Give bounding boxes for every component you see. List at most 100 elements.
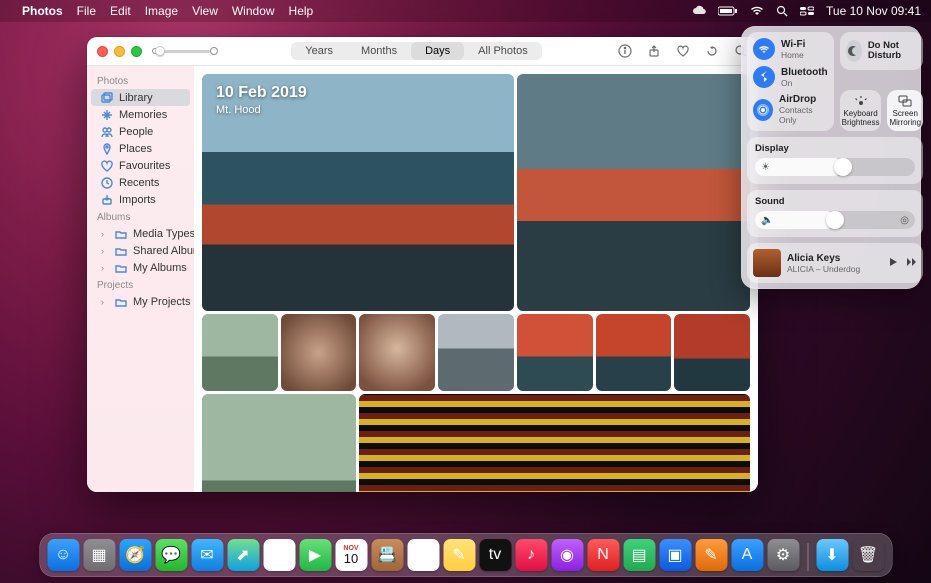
photo-thumbnail[interactable] [359,314,435,391]
day-heading-location: Mt. Hood [216,104,261,116]
window-zoom-button[interactable] [131,46,142,57]
sidebar-item-label: Library [119,92,153,104]
folder-icon [115,228,127,240]
cc-dnd-label: Do Not Disturb [868,41,917,62]
photos-window: Years Months Days All Photos Photos Libr… [87,37,758,492]
menu-image[interactable]: Image [145,4,178,18]
window-minimize-button[interactable] [114,46,125,57]
menu-bar: Photos File Edit Image View Window Help … [0,0,931,22]
control-center-icon[interactable] [800,5,814,17]
segment-days[interactable]: Days [411,42,464,60]
dock-app-appstore[interactable]: A [731,539,763,571]
cc-now-playing-tile[interactable]: Alicia Keys ALICIA – Underdog [747,243,923,283]
dock-app-notes[interactable]: ✎ [443,539,475,571]
sidebar-item-media-types[interactable]: › Media Types [91,225,190,242]
cc-airdrop-toggle[interactable]: AirDropContacts Only [753,94,828,125]
sidebar-header-projects: Projects [87,276,194,293]
folder-icon [115,262,127,274]
chevron-right-icon: › [101,246,109,256]
window-close-button[interactable] [97,46,108,57]
photo-thumbnail[interactable]: 10 Feb 2019 Mt. Hood [202,74,514,311]
dock-app-safari[interactable]: 🧭 [119,539,151,571]
battery-status-icon[interactable] [718,6,738,16]
cc-sound-slider[interactable]: 🔈 ◎ [755,211,915,229]
dock-trash[interactable]: 🗑 [852,539,884,571]
dock-app-tv[interactable]: tv [479,539,511,571]
cc-airdrop-title: AirDrop [779,94,828,105]
cc-wifi-toggle[interactable]: Wi-FiHome [753,38,828,60]
cc-keyboard-brightness-button[interactable]: Keyboard Brightness [840,90,882,131]
dock-app-launchpad[interactable]: ▦ [83,539,115,571]
dock-app-mail[interactable]: ✉︎ [191,539,223,571]
menu-file[interactable]: File [77,4,96,18]
chevron-right-icon: › [101,229,109,239]
sidebar-item-imports[interactable]: Imports [91,191,190,208]
segment-years[interactable]: Years [291,42,347,60]
photo-thumbnail[interactable] [202,314,278,391]
dock-app-pages[interactable]: ✎ [695,539,727,571]
photo-thumbnail[interactable] [281,314,357,391]
favourite-button[interactable] [675,44,690,59]
sidebar-item-library[interactable]: Library [91,89,190,106]
bluetooth-icon [753,66,775,88]
dock-app-podcasts[interactable]: ◉ [551,539,583,571]
menu-edit[interactable]: Edit [110,4,131,18]
play-button[interactable] [889,257,899,270]
dock-app-finder[interactable]: ☺ [47,539,79,571]
photo-thumbnail[interactable] [202,394,356,492]
sidebar-item-my-projects[interactable]: › My Projects [91,293,190,310]
photo-thumbnail[interactable] [596,314,672,391]
dock-app-music[interactable]: ♪ [515,539,547,571]
segment-all-photos[interactable]: All Photos [464,42,542,60]
dock-app-maps[interactable]: ⬈ [227,539,259,571]
keyboard-brightness-icon [854,94,868,108]
folder-icon [115,296,127,308]
photo-thumbnail[interactable] [517,314,593,391]
share-button[interactable] [646,44,661,59]
dock-app-numbers[interactable]: ▤ [623,539,655,571]
menu-window[interactable]: Window [232,4,275,18]
dock-app-photos[interactable]: ✿ [263,539,295,571]
thumbnail-zoom-slider[interactable] [160,50,210,53]
cc-display-slider[interactable]: ☀︎ [755,158,915,176]
segment-months[interactable]: Months [347,42,411,60]
now-playing-track: ALICIA – Underdog [787,264,860,274]
sidebar-item-memories[interactable]: Memories [91,106,190,123]
dock-app-contacts[interactable]: 📇 [371,539,403,571]
dock-downloads-stack[interactable]: ⬇︎ [816,539,848,571]
dock-app-reminders[interactable]: ☑︎ [407,539,439,571]
wifi-status-icon[interactable] [750,5,764,17]
info-button[interactable] [617,44,632,59]
calendar-day: 10 [344,552,358,565]
photo-thumbnail[interactable] [438,314,514,391]
cloud-status-icon[interactable] [692,5,706,17]
sidebar-item-recents[interactable]: Recents [91,174,190,191]
spotlight-icon[interactable] [776,5,788,17]
dock-app-facetime[interactable]: ▶ [299,539,331,571]
dock-app-calendar[interactable]: NOV 10 [335,539,367,571]
menu-clock[interactable]: Tue 10 Nov 09:41 [826,4,921,18]
airplay-audio-icon[interactable]: ◎ [900,215,909,226]
sidebar-item-label: My Albums [133,262,187,274]
sidebar-item-shared-albums[interactable]: › Shared Albums [91,242,190,259]
sidebar-item-places[interactable]: Places [91,140,190,157]
cc-dnd-toggle[interactable]: Do Not Disturb [840,32,923,70]
cc-bluetooth-toggle[interactable]: BluetoothOn [753,66,828,88]
sidebar-item-my-albums[interactable]: › My Albums [91,259,190,276]
photo-thumbnail[interactable] [674,314,750,391]
dock-app-keynote[interactable]: ▣ [659,539,691,571]
photo-thumbnail[interactable] [517,74,750,311]
menu-help[interactable]: Help [289,4,314,18]
sidebar-item-people[interactable]: People [91,123,190,140]
rotate-button[interactable] [704,44,719,59]
sidebar-item-favourites[interactable]: Favourites [91,157,190,174]
cc-screen-mirroring-button[interactable]: Screen Mirroring [887,90,923,131]
dock-app-messages[interactable]: 💬 [155,539,187,571]
dock-app-news[interactable]: N [587,539,619,571]
next-track-button[interactable] [907,257,917,270]
menu-view[interactable]: View [192,4,218,18]
dock-app-system-preferences[interactable]: ⚙︎ [767,539,799,571]
now-playing-artist: Alicia Keys [787,253,860,264]
photo-thumbnail[interactable] [359,394,750,492]
app-menu[interactable]: Photos [22,4,63,18]
